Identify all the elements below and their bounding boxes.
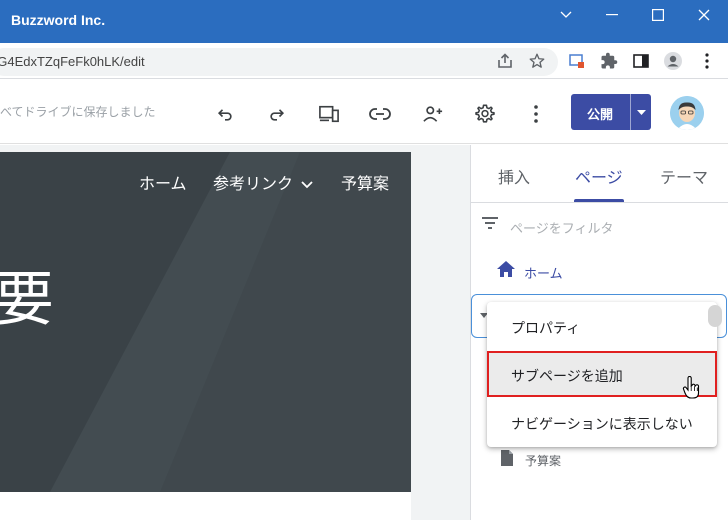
window-title-bar: Buzzword Inc. (0, 0, 728, 43)
close-button[interactable] (681, 0, 727, 30)
chevron-down-icon (301, 181, 314, 189)
more-options-icon[interactable] (522, 100, 550, 128)
site-nav-home[interactable]: ホーム (139, 170, 187, 194)
page-item-budget[interactable]: 予算案 (525, 452, 561, 469)
publish-dropdown-caret-icon[interactable] (631, 94, 651, 130)
site-nav-links[interactable]: 参考リンク (213, 170, 314, 194)
panel-divider (471, 202, 728, 203)
page-item-home[interactable]: ホーム (524, 263, 563, 282)
scroll-thumb[interactable] (708, 305, 722, 327)
extension-screenshot-icon[interactable] (566, 50, 588, 72)
url-field[interactable]: nG4EdxTZqFeFk0hLK/edit (0, 48, 558, 76)
url-text: nG4EdxTZqFeFk0hLK/edit (0, 54, 145, 69)
page-file-icon (500, 449, 514, 471)
preview-devices-icon[interactable] (315, 100, 343, 128)
site-nav-budget[interactable]: 予算案 (341, 170, 389, 194)
publish-button[interactable]: 公開 (571, 94, 651, 130)
site-header-banner[interactable] (0, 152, 411, 492)
menu-item-properties[interactable]: プロパティ (487, 304, 717, 348)
tab-themes[interactable]: テーマ (660, 164, 708, 188)
browser-menu-icon[interactable] (696, 50, 718, 72)
page-content-area (0, 492, 411, 520)
share-icon[interactable] (494, 50, 516, 72)
menu-item-hide-from-nav-label: ナビゲーションに表示しない (511, 417, 693, 433)
hero-title[interactable]: 要 (0, 270, 54, 330)
side-panel-icon[interactable] (630, 50, 652, 72)
user-avatar[interactable] (670, 96, 704, 130)
minimize-button[interactable] (589, 0, 635, 30)
tab-pages[interactable]: ページ (575, 164, 623, 188)
share-add-person-icon[interactable] (419, 100, 447, 128)
filter-icon[interactable] (480, 215, 500, 235)
extensions-puzzle-icon[interactable] (598, 50, 620, 72)
hand-pointer-cursor-icon (682, 375, 702, 404)
menu-item-hide-from-nav[interactable]: ナビゲーションに表示しない (487, 400, 717, 444)
bookmark-star-icon[interactable] (526, 50, 548, 72)
window-title: Buzzword Inc. (11, 12, 106, 28)
settings-gear-icon[interactable] (471, 100, 499, 128)
undo-icon[interactable] (211, 100, 239, 128)
page-filter-input[interactable]: ページをフィルタ (510, 218, 613, 237)
home-icon (496, 260, 516, 282)
saved-status: べてドライブに保存しました (0, 105, 156, 119)
profile-icon[interactable] (662, 50, 684, 72)
chevron-down-icon[interactable] (543, 0, 589, 30)
redo-icon[interactable] (263, 100, 291, 128)
publish-label: 公開 (586, 108, 613, 123)
menu-item-properties-label: プロパティ (511, 321, 581, 337)
tab-insert[interactable]: 挿入 (498, 164, 530, 188)
link-icon[interactable] (366, 100, 394, 128)
site-nav-links-label: 参考リンク (213, 176, 294, 193)
maximize-button[interactable] (635, 0, 681, 30)
